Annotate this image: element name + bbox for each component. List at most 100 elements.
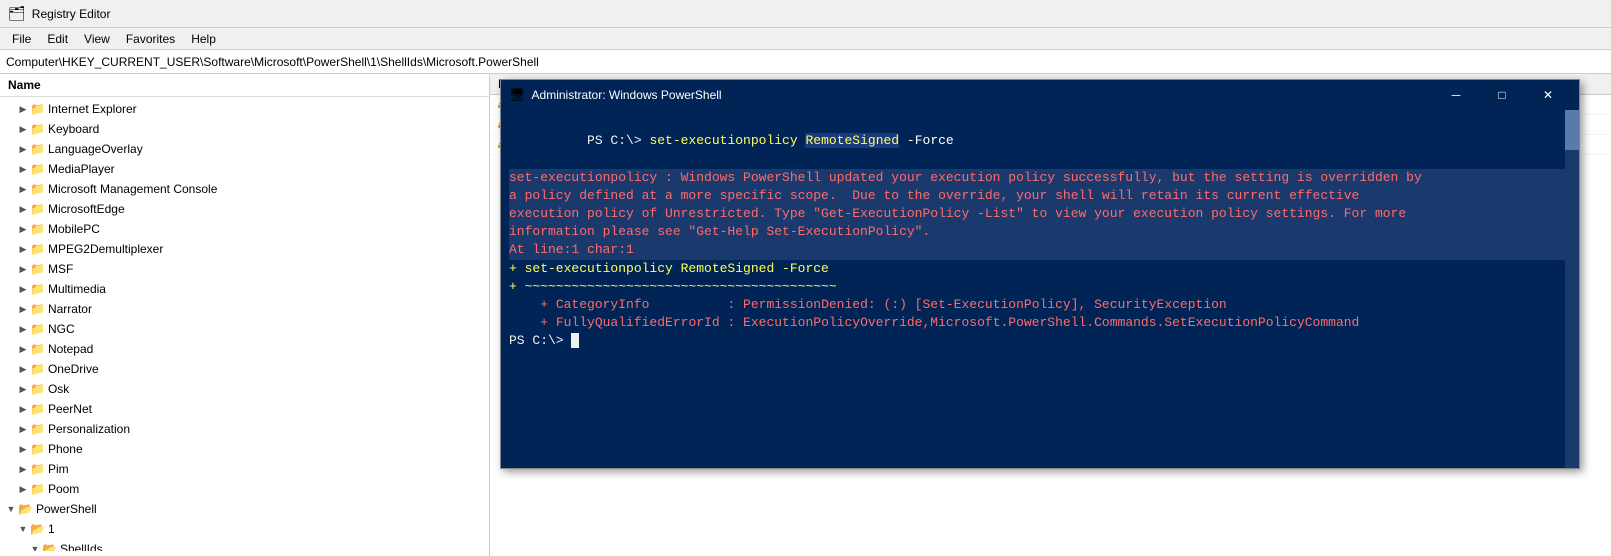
folder-icon: 📁	[30, 162, 45, 176]
tree-label: Microsoft Management Console	[48, 182, 217, 196]
tree-item-onedrive[interactable]: ▶ 📁 OneDrive	[0, 359, 489, 379]
tree-item-ngc[interactable]: ▶ 📁 NGC	[0, 319, 489, 339]
expander-icon: ▶	[16, 424, 30, 435]
tree-label: LanguageOverlay	[48, 142, 143, 156]
tree-item-osk[interactable]: ▶ 📁 Osk	[0, 379, 489, 399]
tree-item-narrator[interactable]: ▶ 📁 Narrator	[0, 299, 489, 319]
menu-favorites[interactable]: Favorites	[118, 30, 183, 48]
tree-label: MobilePC	[48, 222, 100, 236]
expander-icon: ▶	[16, 244, 30, 255]
tree-item-mediaplayer[interactable]: ▶ 📁 MediaPlayer	[0, 159, 489, 179]
tree-label: MPEG2Demultiplexer	[48, 242, 163, 256]
tree-item-notepad[interactable]: ▶ 📁 Notepad	[0, 339, 489, 359]
ps-scrollbar-thumb[interactable]	[1565, 110, 1579, 150]
address-path: Computer\HKEY_CURRENT_USER\Software\Micr…	[6, 55, 539, 69]
tree-panel: Name ▶ 📁 Internet Explorer ▶ 📁 Keyboard …	[0, 74, 490, 556]
folder-icon: 📁	[30, 102, 45, 116]
close-icon: ✕	[1543, 88, 1553, 102]
tree-item-multimedia[interactable]: ▶ 📁 Multimedia	[0, 279, 489, 299]
title-bar: 🗂 Registry Editor	[0, 0, 1611, 28]
expander-icon: ▶	[16, 364, 30, 375]
menu-edit[interactable]: Edit	[39, 30, 76, 48]
tree-item-phone[interactable]: ▶ 📁 Phone	[0, 439, 489, 459]
ps-error-block: + CategoryInfo : PermissionDenied: (:) […	[509, 296, 1571, 332]
tree-label: Multimedia	[48, 282, 106, 296]
ps-window-title: Administrator: Windows PowerShell	[532, 88, 1433, 102]
tree-item-pim[interactable]: ▶ 📁 Pim	[0, 459, 489, 479]
folder-icon: 📁	[30, 182, 45, 196]
tree-label: Internet Explorer	[48, 102, 137, 116]
ps-title-bar: 🖥 Administrator: Windows PowerShell ─ □ …	[501, 80, 1579, 110]
tree-label: Osk	[48, 382, 69, 396]
ps-minimize-button[interactable]: ─	[1433, 80, 1479, 110]
tree-item-keyboard[interactable]: ▶ 📁 Keyboard	[0, 119, 489, 139]
tree-item-languageoverlay[interactable]: ▶ 📁 LanguageOverlay	[0, 139, 489, 159]
tree-item-internet-explorer[interactable]: ▶ 📁 Internet Explorer	[0, 99, 489, 119]
expander-icon: ▶	[16, 264, 30, 275]
maximize-icon: □	[1498, 88, 1505, 102]
minimize-icon: ─	[1452, 88, 1461, 102]
tree-label: Phone	[48, 442, 83, 456]
ps-close-button[interactable]: ✕	[1525, 80, 1571, 110]
tree-item-personalization[interactable]: ▶ 📁 Personalization	[0, 419, 489, 439]
folder-icon: 📁	[30, 382, 45, 396]
registry-editor-icon: 🗂	[8, 5, 26, 22]
tree-item-mobilepc[interactable]: ▶ 📁 MobilePC	[0, 219, 489, 239]
tree-label: Narrator	[48, 302, 92, 316]
ps-window-controls: ─ □ ✕	[1433, 80, 1571, 110]
folder-icon: 📁	[30, 142, 45, 156]
tree-item-peernet[interactable]: ▶ 📁 PeerNet	[0, 399, 489, 419]
tree-header-name: Name	[8, 78, 481, 92]
tree-item-shellids[interactable]: ▼ 📂 ShellIds	[0, 539, 489, 551]
ps-scrollbar[interactable]	[1565, 110, 1579, 468]
folder-icon: 📁	[30, 222, 45, 236]
tree-item-mmc[interactable]: ▶ 📁 Microsoft Management Console	[0, 179, 489, 199]
tree-item-poom[interactable]: ▶ 📁 Poom	[0, 479, 489, 499]
open-folder-icon: 📂	[42, 542, 57, 551]
ps-line-prompt: PS C:\>	[509, 332, 1571, 350]
tree-label: ShellIds	[60, 542, 103, 551]
expander-icon: ▶	[16, 164, 30, 175]
right-panel: Name Type Data ab (Default) REG_SZ (valu…	[490, 74, 1611, 556]
tree-label: MicrosoftEdge	[48, 202, 125, 216]
expander-icon: ▶	[16, 384, 30, 395]
expander-icon: ▼	[16, 524, 30, 534]
tree-item-powershell[interactable]: ▼ 📂 PowerShell	[0, 499, 489, 519]
tree-label: Notepad	[48, 342, 93, 356]
folder-icon: 📁	[30, 202, 45, 216]
tree-label: 1	[48, 522, 55, 536]
tree-item-msf[interactable]: ▶ 📁 MSF	[0, 259, 489, 279]
ps-maximize-button[interactable]: □	[1479, 80, 1525, 110]
ps-line-1: PS C:\> set-executionpolicy RemoteSigned…	[509, 114, 1571, 169]
ps-warning-block: set-executionpolicy : Windows PowerShell…	[509, 169, 1571, 260]
tree-label: NGC	[48, 322, 75, 336]
tree-label: PowerShell	[36, 502, 97, 516]
folder-icon: 📁	[30, 482, 45, 496]
tree-label: Poom	[48, 482, 79, 496]
folder-icon: 📁	[30, 462, 45, 476]
menu-bar: File Edit View Favorites Help	[0, 28, 1611, 50]
open-folder-icon: 📂	[30, 522, 45, 536]
tree-item-1[interactable]: ▼ 📂 1	[0, 519, 489, 539]
expander-icon: ▶	[16, 284, 30, 295]
expander-icon: ▶	[16, 304, 30, 315]
powershell-window[interactable]: 🖥 Administrator: Windows PowerShell ─ □ …	[500, 79, 1580, 469]
expander-icon: ▶	[16, 124, 30, 135]
app-title: Registry Editor	[32, 7, 111, 21]
tree-label: OneDrive	[48, 362, 99, 376]
ps-content: PS C:\> set-executionpolicy RemoteSigned…	[501, 110, 1579, 468]
menu-file[interactable]: File	[4, 30, 39, 48]
tree-label: MSF	[48, 262, 73, 276]
folder-icon: 📁	[30, 342, 45, 356]
folder-icon: 📁	[30, 442, 45, 456]
expander-icon: ▶	[16, 484, 30, 495]
tree-label: Pim	[48, 462, 69, 476]
expander-icon: ▼	[28, 544, 42, 551]
tree-content[interactable]: ▶ 📁 Internet Explorer ▶ 📁 Keyboard ▶ 📁 L…	[0, 97, 489, 551]
tree-item-mpeg2[interactable]: ▶ 📁 MPEG2Demultiplexer	[0, 239, 489, 259]
menu-view[interactable]: View	[76, 30, 118, 48]
expander-icon: ▶	[16, 224, 30, 235]
tree-item-microsoftedge[interactable]: ▶ 📁 MicrosoftEdge	[0, 199, 489, 219]
tree-label: Personalization	[48, 422, 130, 436]
menu-help[interactable]: Help	[183, 30, 224, 48]
